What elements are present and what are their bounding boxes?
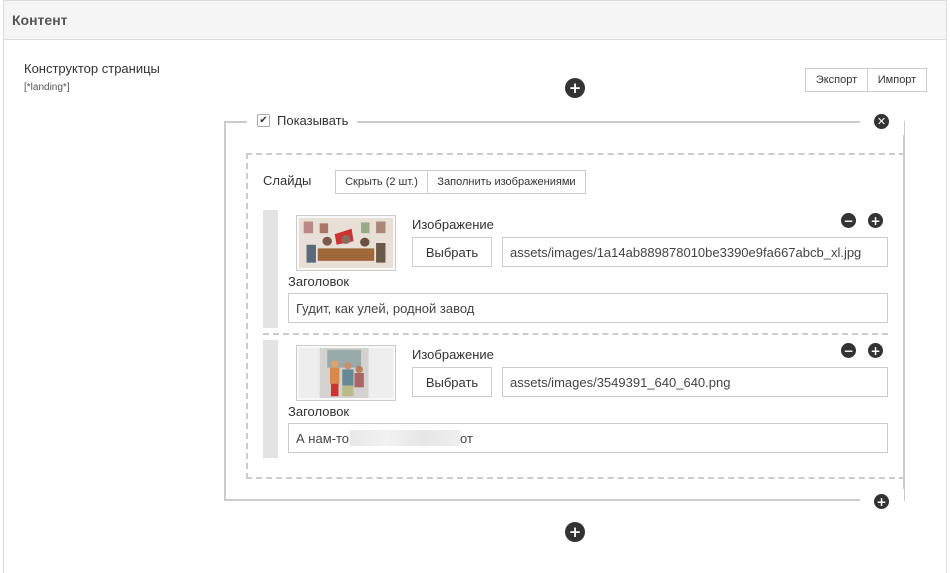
export-button[interactable]: Экспорт [805, 68, 868, 92]
title-label: Заголовок [288, 404, 350, 419]
check-icon[interactable]: ✔ [257, 113, 270, 127]
choose-image-button[interactable]: Выбрать [412, 237, 492, 267]
field-label: Конструктор страницы [24, 61, 160, 76]
title-text-end: от [460, 430, 473, 446]
image-path-input[interactable]: assets/images/1a14ab889878010be3390e9fa6… [502, 237, 888, 267]
minus-circle-icon[interactable]: − [841, 213, 856, 228]
fill-images-button[interactable]: Заполнить изображениями [427, 170, 586, 194]
add-block-top-icon[interactable]: + [565, 78, 585, 98]
slide-thumbnail [296, 215, 396, 271]
show-toggle[interactable]: ✔ Показывать [247, 107, 357, 133]
add-block-bottom-icon[interactable]: + [565, 522, 585, 542]
plus-circle-icon[interactable]: + [868, 343, 883, 358]
add-block-inner-icon[interactable]: + [874, 494, 889, 509]
slide-drag-handle[interactable] [263, 210, 278, 328]
show-label: Показывать [277, 112, 349, 128]
field-placeholder-tag: [*landing*] [24, 82, 70, 93]
close-block-icon[interactable]: ✕ [874, 114, 889, 129]
choose-image-button[interactable]: Выбрать [412, 367, 492, 397]
slide-drag-handle[interactable] [263, 340, 278, 458]
title-input[interactable]: А нам-то от [288, 423, 888, 453]
title-label: Заголовок [288, 274, 350, 289]
import-button[interactable]: Импорт [867, 68, 927, 92]
redacted-text [350, 430, 460, 446]
title-text-start: А нам-то [296, 430, 349, 446]
title-input[interactable]: Гудит, как улей, родной завод [288, 293, 888, 323]
image-label: Изображение [412, 347, 494, 362]
panel-title: Контент [4, 1, 946, 40]
hide-slides-button[interactable]: Скрыть (2 шт.) [335, 170, 428, 194]
slide-thumbnail [296, 345, 396, 401]
slide-separator [263, 333, 888, 335]
minus-circle-icon[interactable]: − [841, 343, 856, 358]
image-path-input[interactable]: assets/images/3549391_640_640.png [502, 367, 888, 397]
plus-circle-icon[interactable]: + [868, 213, 883, 228]
slides-label: Слайды [263, 173, 312, 188]
image-label: Изображение [412, 217, 494, 232]
